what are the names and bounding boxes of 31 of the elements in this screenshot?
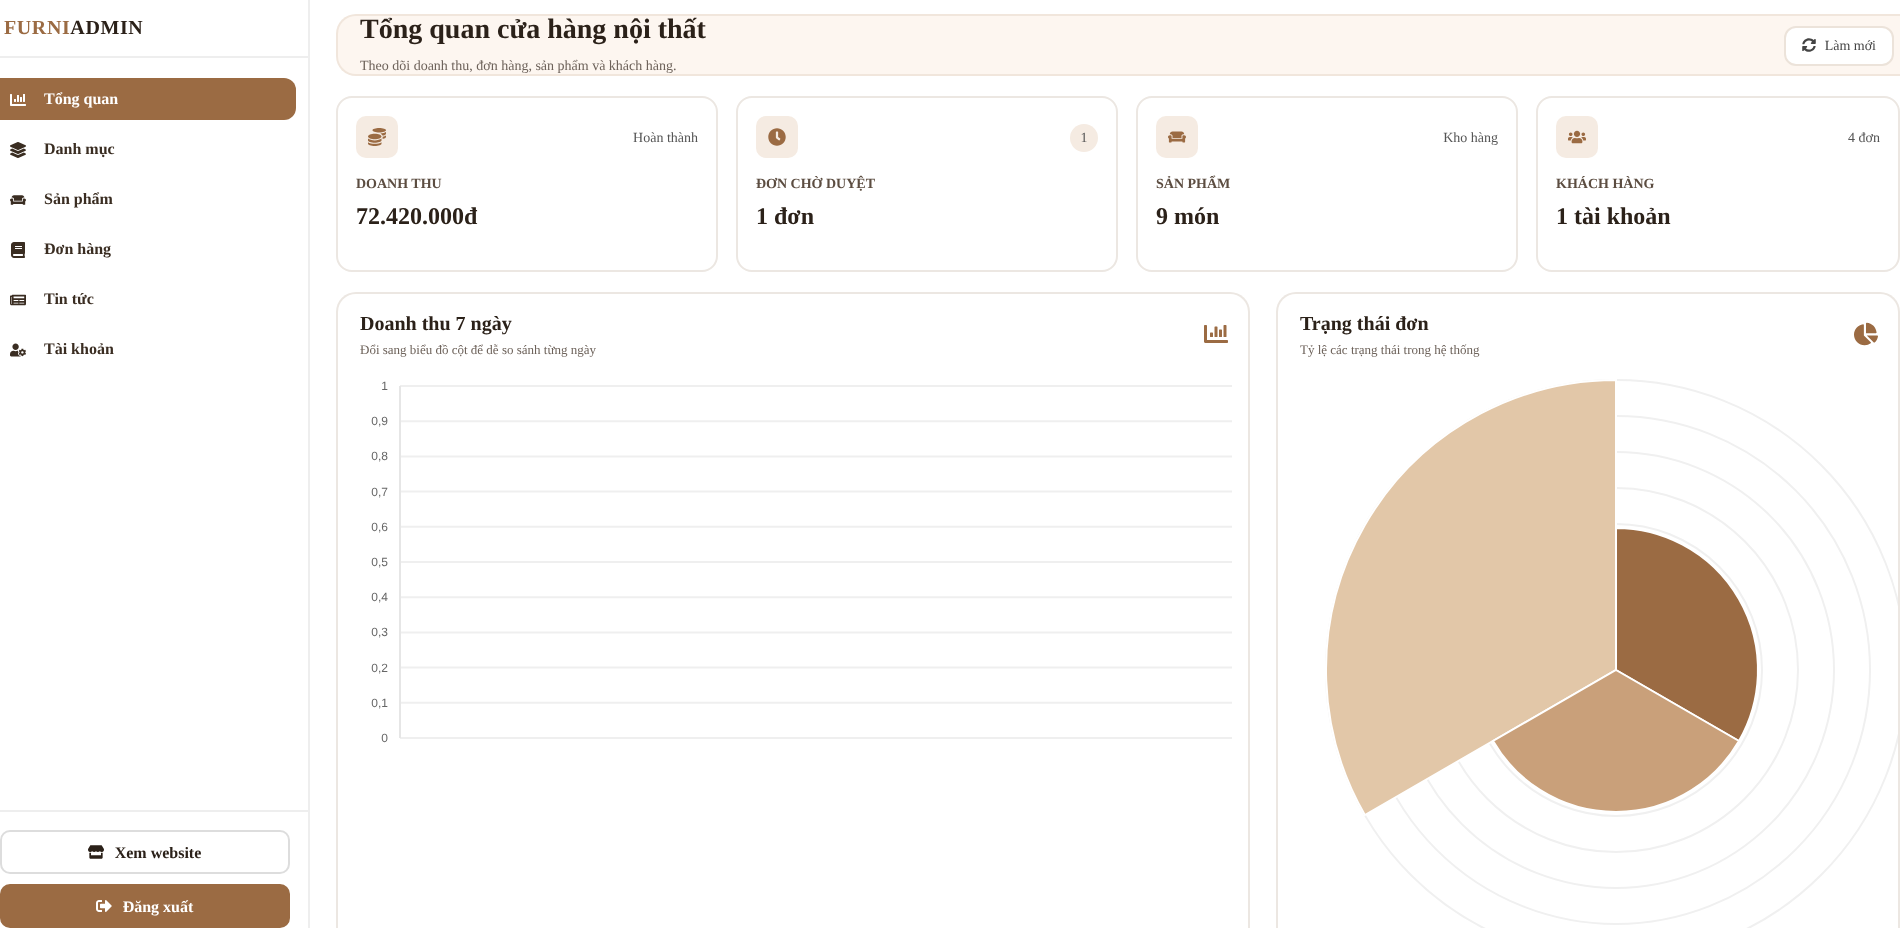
pie-chart-icon[interactable] (1854, 322, 1878, 346)
sidebar-item[interactable]: Danh mục (0, 128, 296, 170)
stat-value: 72.420.000đ (356, 202, 480, 232)
book-icon (10, 241, 26, 257)
logout-icon (96, 898, 113, 914)
sidebar-item[interactable]: Tin tức (0, 278, 296, 320)
logout-button[interactable]: Đăng xuất (0, 884, 290, 928)
panel-title: Trạng thái đơn (1300, 314, 1431, 336)
sidebar-item[interactable]: Tài khoản (0, 328, 296, 370)
panel-title: Doanh thu 7 ngày (360, 314, 514, 336)
clock-icon (768, 128, 786, 146)
coins-icon (368, 128, 386, 146)
sidebar-item[interactable]: Sản phẩm (0, 178, 296, 220)
layers-icon (10, 141, 26, 157)
newspaper-icon (10, 291, 26, 307)
brand-logo[interactable]: FURNIADMIN (0, 0, 308, 58)
store-icon (88, 844, 105, 860)
bar-chart-icon (10, 91, 26, 107)
stat-value: 1 đơn (756, 202, 816, 232)
website-button[interactable]: Xem website (0, 830, 290, 874)
sofa-icon (10, 191, 26, 207)
user-gear-icon (10, 341, 26, 357)
bar-chart-icon[interactable] (1204, 322, 1228, 346)
refresh-icon (1802, 38, 1817, 52)
users-icon (1568, 128, 1586, 146)
stat-value: 9 món (1156, 202, 1222, 232)
page-title: Tổng quan cửa hàng nội thất (360, 16, 706, 48)
sidebar-item[interactable]: Tổng quan (0, 78, 296, 120)
stat-value: 1 tài khoản (1556, 202, 1673, 232)
sofa-icon (1168, 128, 1186, 146)
sidebar-item[interactable]: Đơn hàng (0, 228, 296, 270)
